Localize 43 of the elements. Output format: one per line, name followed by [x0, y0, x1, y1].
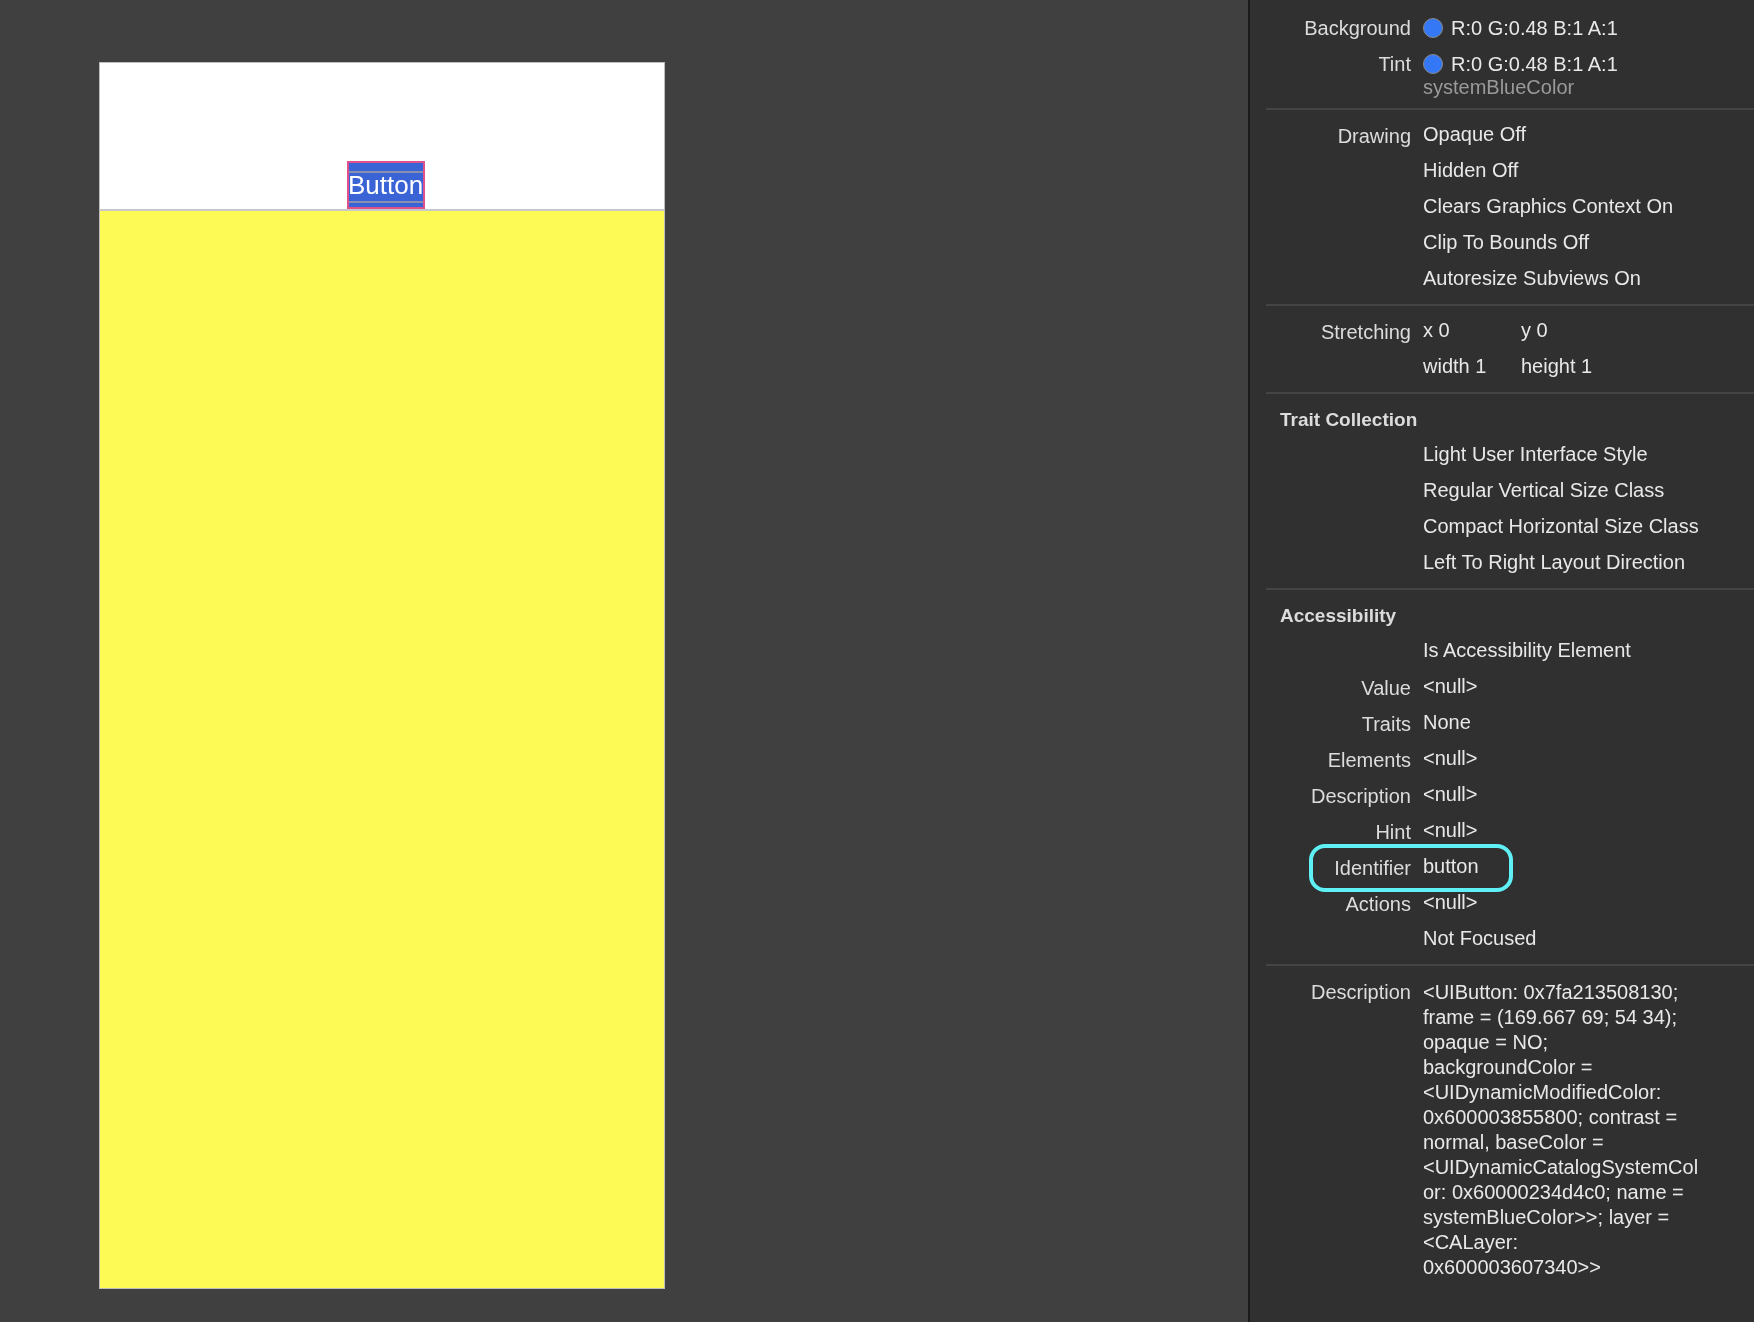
property-value: <null> — [1423, 818, 1478, 843]
property-value: Opaque Off — [1423, 122, 1527, 147]
property-label: Identifier — [1334, 856, 1411, 881]
property-label: Stretching — [1320, 320, 1411, 345]
property-value: Clip To Bounds Off — [1423, 230, 1590, 255]
property-label: Background — [1304, 16, 1411, 41]
property-value: height 1 — [1521, 354, 1593, 379]
property-value: Light User Interface Style — [1423, 442, 1648, 467]
property-label: Description — [1310, 784, 1411, 809]
property-value: Not Focused — [1423, 926, 1537, 951]
property-label: Drawing — [1337, 124, 1411, 149]
property-value: Clears Graphics Context On — [1423, 194, 1674, 219]
property-label: Actions — [1345, 892, 1411, 917]
property-value: Is Accessibility Element — [1423, 638, 1631, 663]
property-value: R:0 G:0.48 B:1 A:1 — [1451, 16, 1618, 41]
property-value: <null> — [1423, 674, 1478, 699]
property-value: None — [1423, 710, 1471, 735]
property-label: Description — [1310, 980, 1411, 1005]
property-value: width 1 — [1423, 354, 1488, 379]
property-value: <null> — [1423, 782, 1478, 807]
property-label: Elements — [1327, 748, 1411, 773]
color-swatch[interactable] — [1423, 54, 1443, 74]
property-value: <null> — [1423, 746, 1478, 771]
property-value: Hidden Off — [1423, 158, 1519, 183]
property-label: Hint — [1375, 820, 1411, 845]
property-value: y 0 — [1521, 318, 1548, 343]
property-value: x 0 — [1423, 318, 1451, 343]
property-value: Autoresize Subviews On — [1423, 266, 1641, 291]
property-value: R:0 G:0.48 B:1 A:1 — [1451, 52, 1618, 77]
property-value: <null> — [1423, 890, 1478, 915]
button[interactable]: Button — [346, 161, 425, 209]
property-label: Value — [1361, 676, 1411, 701]
property-value: Left To Right Layout Direction — [1423, 550, 1685, 575]
property-label: Tint — [1378, 52, 1411, 77]
description-text: <UIButton: 0x7fa213508130; frame = (169.667 69; 54 34); opaque = NO; backgroundColor = <UIDynamicModifiedColor: 0x600003855800; contrast = normal, baseColor = <UIDynamicCatalogSystemCol or: 0x60000234d4c0; name = systemBlueColor>>; layer = <CALayer: 0x600003607340>> — [1423, 980, 1700, 1280]
color-name: systemBlueColor — [1423, 75, 1576, 100]
property-value: Compact Horizontal Size Class — [1423, 514, 1699, 539]
property-label: Traits — [1361, 712, 1411, 737]
section-title: Trait Collection — [1279, 407, 1419, 432]
property-value: Regular Vertical Size Class — [1423, 478, 1665, 503]
color-swatch[interactable] — [1423, 18, 1443, 38]
section-title: Accessibility — [1279, 603, 1398, 628]
property-value: button — [1423, 854, 1479, 879]
